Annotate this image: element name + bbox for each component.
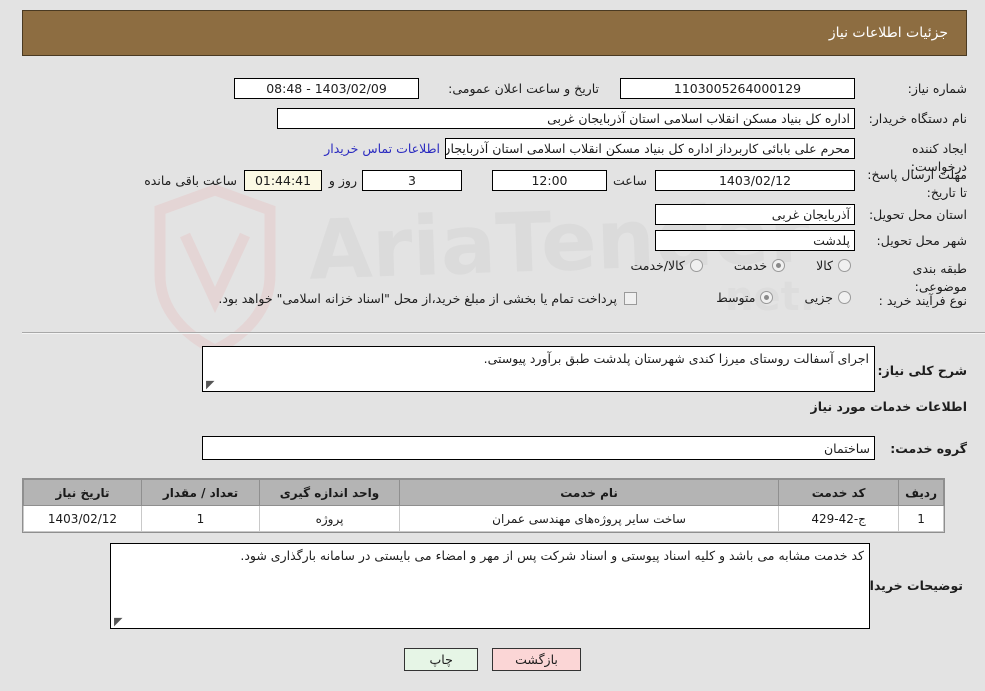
category-radio-group: کالا خدمت کالا/خدمت [625,258,851,273]
cell-unit: پروژه [259,505,400,532]
buyer-notes-value: کد خدمت مشابه می باشد و کلیه اسناد پیوست… [240,548,864,563]
need-number-label: شماره نیاز: [907,81,967,96]
table-header-row: ردیف کد خدمت نام خدمت واحد اندازه گیری ت… [23,479,944,506]
resize-grip-icon[interactable]: ◥ [206,378,216,391]
city-label: شهر محل تحویل: [876,233,967,248]
need-number-value: 1103005264000129 [620,78,855,99]
section-divider-top [0,332,985,334]
service-group-label: گروه خدمت: [890,441,967,456]
cell-service-code: ج-42-429 [778,505,900,532]
process-label: نوع فرآیند خرید : [878,293,967,308]
field-row-city: شهر محل تحویل: [857,232,967,250]
cell-radif: 1 [898,505,944,532]
province-label: استان محل تحویل: [868,207,967,222]
table-row: 1 ج-42-429 ساخت سایر پروژه‌های مهندسی عم… [23,505,944,532]
radio-label-motevasset: متوسط [716,290,756,305]
resize-grip-icon-notes[interactable]: ◥ [114,615,124,628]
print-button[interactable]: چاپ [404,648,479,671]
general-desc-textarea[interactable]: اجرای آسفالت روستای میرزا کندی شهرستان پ… [202,346,875,392]
back-button[interactable]: بازگشت [492,648,581,671]
radio-label-khedmat: خدمت [733,258,768,273]
remaining-days-label: روز و [328,173,357,188]
deadline-hour-label: ساعت [612,173,647,188]
deadline-label: مهلت ارسال پاسخ: تا تاریخ: [867,167,967,201]
deadline-date-value: 1403/02/12 [655,170,855,191]
page-header: جزئیات اطلاعات نیاز [22,10,967,56]
remaining-days-value: 3 [362,170,462,191]
services-table: ردیف کد خدمت نام خدمت واحد اندازه گیری ت… [23,479,944,532]
general-desc-row: شرح کلی نیاز: [878,360,967,380]
treasury-checkbox[interactable] [624,292,637,305]
action-button-bar: بازگشت چاپ [0,648,985,671]
page-root: AriaTender .net جزئیات اطلاعات نیاز شمار… [0,0,985,691]
header-bar: جزئیات اطلاعات نیاز [22,10,967,56]
left-rail [0,0,22,691]
radio-label-kala: کالا [816,258,833,273]
radio-icon-khedmat[interactable] [772,259,786,272]
cell-qty: 1 [141,505,260,532]
public-announce-label: تاریخ و ساعت اعلان عمومی: [448,81,599,96]
radio-icon-jozei[interactable] [838,291,851,304]
col-service-code: کد خدمت [778,479,900,506]
province-value: آذربایجان غربی [655,204,855,225]
treasury-checkbox-row[interactable]: پرداخت تمام یا بخشی از مبلغ خرید،از محل … [218,291,637,306]
city-value: پلدشت [655,230,855,251]
radio-option-khedmat[interactable]: خدمت [729,258,786,273]
col-service-name: نام خدمت [398,479,780,506]
radio-option-kala-khedmat[interactable]: کالا/خدمت [625,258,703,273]
buyer-org-label: نام دستگاه خریدار: [868,111,967,126]
field-row-process: نوع فرآیند خرید : [857,292,967,310]
public-announce-value: 1403/02/09 - 08:48 [234,78,419,99]
field-row-category: طبقه بندی موضوعی: [857,260,967,296]
buyer-org-value: اداره کل بنیاد مسکن انقلاب اسلامی استان … [277,108,855,129]
deadline-hour-value: 12:00 [492,170,607,191]
remaining-time-label: ساعت باقی مانده [144,173,237,188]
cell-service-name: ساخت سایر پروژه‌های مهندسی عمران [398,505,780,532]
general-desc-value: اجرای آسفالت روستای میرزا کندی شهرستان پ… [483,351,869,366]
treasury-checkbox-label: پرداخت تمام یا بخشی از مبلغ خرید،از محل … [218,291,617,306]
buyer-notes-textarea[interactable]: کد خدمت مشابه می باشد و کلیه اسناد پیوست… [110,543,870,629]
field-row-deadline: مهلت ارسال پاسخ: تا تاریخ: [855,166,967,202]
radio-option-kala[interactable]: کالا [811,258,851,273]
radio-label-kala-khedmat: کالا/خدمت [630,258,685,273]
field-row-province: استان محل تحویل: [857,206,967,224]
page-title: جزئیات اطلاعات نیاز [828,25,948,41]
category-label: طبقه بندی موضوعی: [912,261,967,295]
buyer-contact-link[interactable]: اطلاعات تماس خریدار [324,141,440,156]
radio-option-motevasset[interactable]: متوسط [711,290,774,305]
field-row-public-announce: تاریخ و ساعت اعلان عمومی: [448,80,599,98]
service-group-value: ساختمان [202,436,875,460]
radio-icon-kala[interactable] [838,259,851,272]
radio-option-jozei[interactable]: جزیی [799,290,851,305]
services-table-wrap: ردیف کد خدمت نام خدمت واحد اندازه گیری ت… [22,478,945,533]
field-row-need-number: شماره نیاز: [857,80,967,98]
radio-label-jozei: جزیی [804,290,833,305]
creator-value: محرم علی بابائی کاربرداز اداره کل بنیاد … [445,138,855,159]
col-need-date: تاریخ نیاز [23,479,142,506]
process-radio-group: جزیی متوسط [711,290,851,305]
remaining-time-value: 01:44:41 [244,170,322,191]
service-group-row: گروه خدمت: [890,438,967,458]
col-unit: واحد اندازه گیری [259,479,400,506]
col-radif: ردیف [898,479,944,506]
radio-icon-kala-khedmat[interactable] [689,259,703,272]
col-qty: تعداد / مقدار [141,479,260,506]
general-desc-label: شرح کلی نیاز: [877,363,967,378]
radio-icon-motevasset[interactable] [760,291,774,304]
cell-need-date: 1403/02/12 [23,505,142,532]
need-info-panel: شماره نیاز: 1103005264000129 تاریخ و ساع… [22,66,967,329]
services-heading: اطلاعات خدمات مورد نیاز [810,399,968,414]
field-row-buyer-org: نام دستگاه خریدار: [857,110,967,128]
